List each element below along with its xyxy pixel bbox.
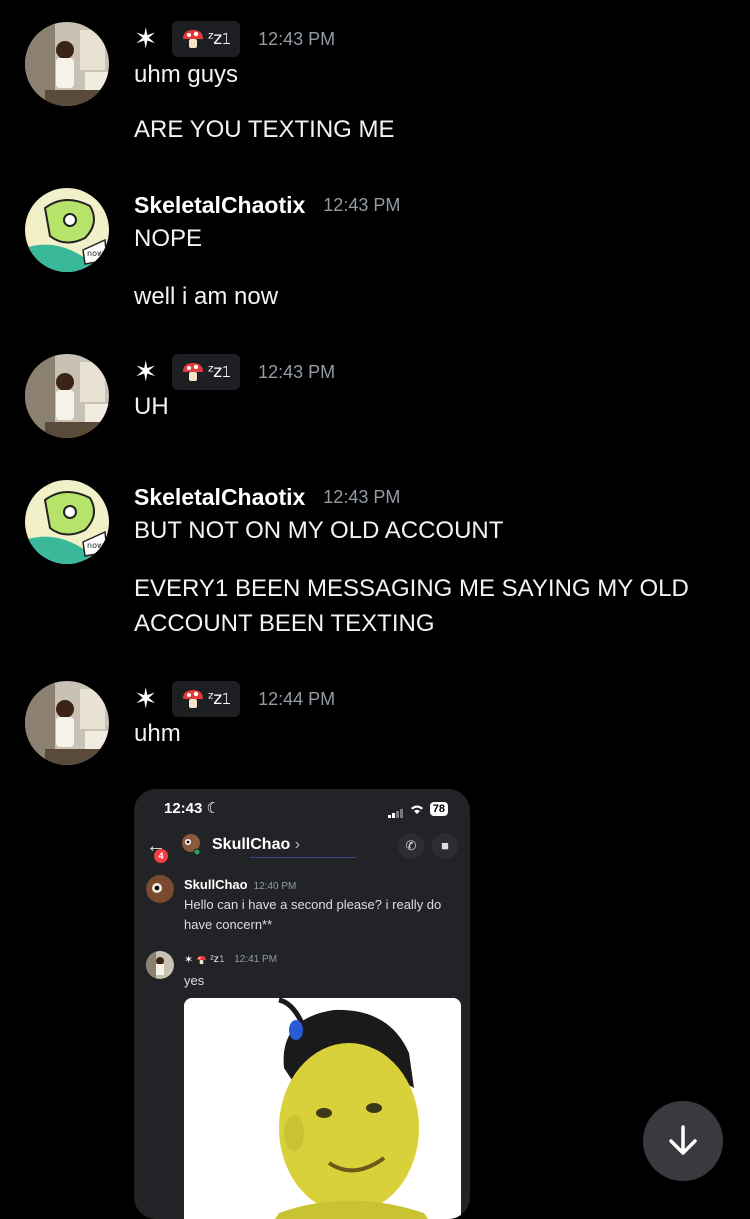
user-avatar[interactable]: now [25,188,109,272]
status-divider [250,857,356,858]
svg-text:now: now [87,541,104,550]
timestamp: 12:44 PM [258,688,336,709]
star-icon[interactable]: ✶ [134,358,157,386]
message-header: ✶ ᶻz𝟷 12:41 PM [184,953,277,966]
star-icon[interactable]: ✶ [134,25,157,53]
phone-icon[interactable]: ✆ [398,833,424,859]
user-tag[interactable]: ᶻz𝟷 [172,681,241,717]
tag-text: ᶻz𝟷 [210,954,226,965]
tag-text: ᶻz𝟷 [208,689,232,709]
message-text: yes [184,973,205,988]
status-bar-time: 12:43 ☾ [164,800,220,817]
message-header: ✶ ᶻz𝟷 12:44 PM [134,681,335,717]
mushroom-icon [197,955,207,964]
battery-indicator: 78 [429,802,448,816]
username[interactable]: SkullChao 12:40 PM [184,877,296,892]
jump-to-present-button[interactable] [643,1101,723,1181]
mushroom-icon [183,690,203,708]
user-tag[interactable]: ᶻz𝟷 [172,354,241,390]
tag-text: ᶻz𝟷 [208,29,232,49]
message-header: ✶ ᶻz𝟷 12:43 PM [134,354,335,390]
message-text: NOPE [134,225,203,252]
skull-avatar[interactable] [146,875,174,903]
message-header: SkeletalChaotix 12:43 PM [134,479,400,515]
user-avatar[interactable] [25,681,109,765]
timestamp: 12:41 PM [234,954,278,965]
message-header: SkeletalChaotix 12:43 PM [134,187,400,223]
message-text: EVERY1 BEEN MESSAGING ME SAYING MY OLD [134,575,689,602]
message-text: ARE YOU TEXTING ME [134,116,395,143]
notification-badge: 4 [154,849,168,863]
status-bar-right: 78 [387,800,448,818]
wifi-icon [410,805,423,814]
attachment-image[interactable]: 12:43 ☾ 78 ← 4 SkullChao › ✆ ■ SkullChao… [134,789,470,1219]
timestamp: 12:40 PM [253,881,297,892]
message-text: ACCOUNT BEEN TEXTING [134,610,435,637]
signal-icon [387,800,404,818]
user-avatar[interactable] [25,22,109,106]
user-avatar[interactable] [25,354,109,438]
star-icon[interactable]: ✶ [184,953,193,966]
message-text: BUT NOT ON MY OLD ACCOUNT [134,517,504,544]
user-avatar[interactable]: now [25,480,109,564]
user-avatar[interactable] [146,951,174,979]
tag-text: ᶻz𝟷 [208,362,232,382]
svg-text:now: now [87,249,104,258]
timestamp: 12:43 PM [258,28,336,49]
message-text: well i am now [134,283,279,310]
meme-image[interactable] [184,998,461,1219]
user-tag[interactable]: ᶻz𝟷 [172,21,241,57]
arrow-down-icon [669,1125,697,1155]
moon-icon: ☾ [206,800,220,817]
timestamp: 12:43 PM [323,486,401,507]
mushroom-icon [183,363,203,381]
video-icon[interactable]: ■ [432,833,458,859]
skull-avatar[interactable] [180,833,202,855]
message-text: uhm guys [134,61,239,88]
timestamp: 12:43 PM [323,194,401,215]
dm-name[interactable]: SkullChao › [212,836,300,854]
message-header: ✶ ᶻz𝟷 12:43 PM [134,21,335,57]
message-text: UH [134,393,169,420]
timestamp: 12:43 PM [258,361,336,382]
message-text: Hello can i have a second please? i real… [184,897,442,932]
dm-header: ← 4 SkullChao › ✆ ■ [134,827,470,867]
chevron-right-icon: › [294,836,301,853]
star-icon[interactable]: ✶ [134,685,157,713]
username[interactable]: SkeletalChaotix [134,484,305,511]
username[interactable]: SkeletalChaotix [134,192,305,219]
message-text: uhm [134,720,181,747]
mushroom-icon [183,30,203,48]
